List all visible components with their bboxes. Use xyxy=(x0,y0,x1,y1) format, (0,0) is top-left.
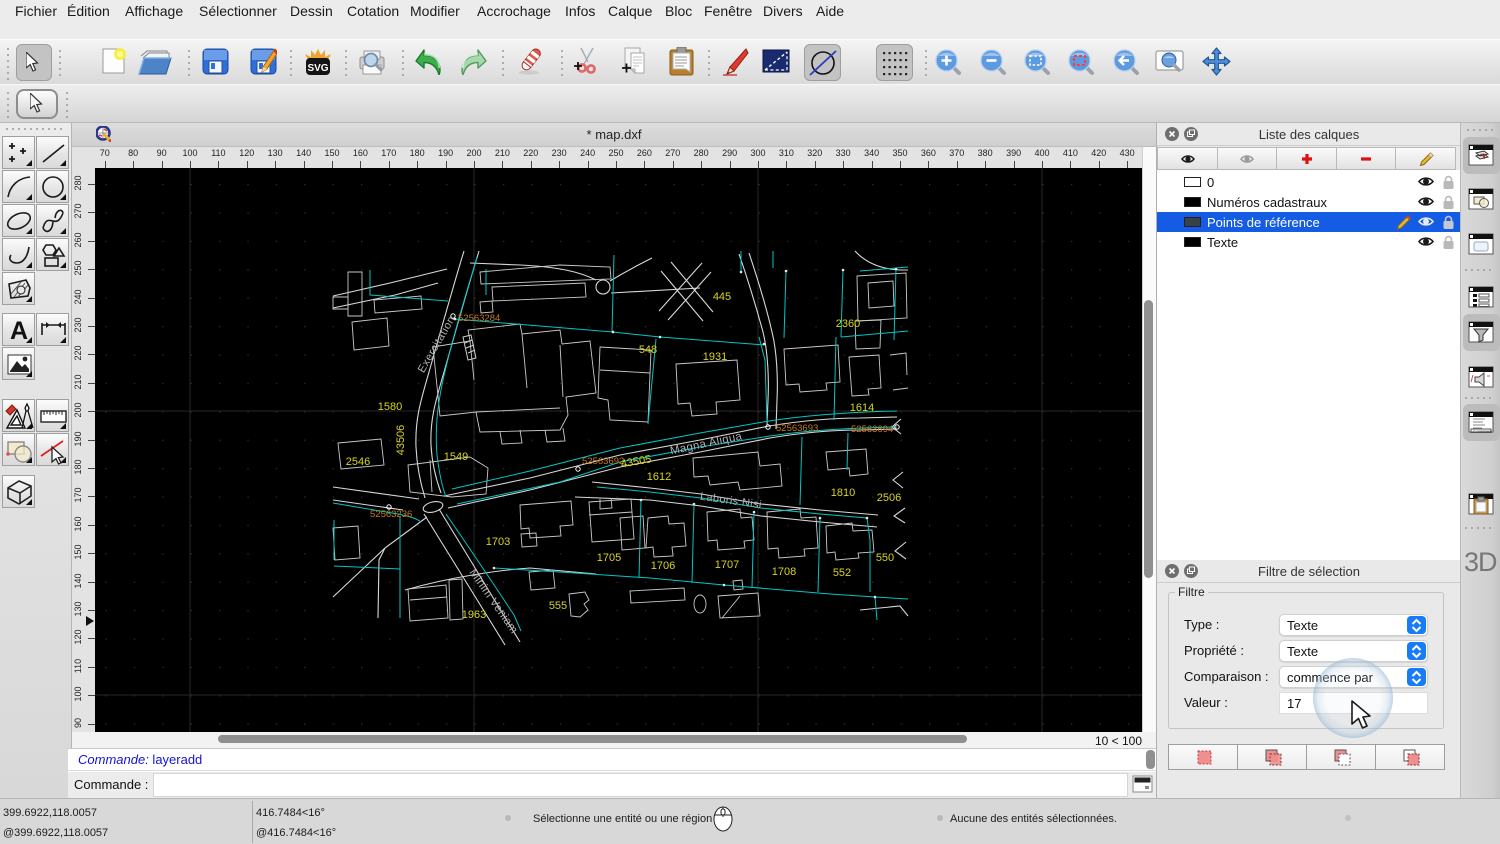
svg-text:552: 552 xyxy=(833,567,851,579)
svg-text:548: 548 xyxy=(639,344,657,356)
svg-text:52563284: 52563284 xyxy=(458,313,500,324)
svg-text:1706: 1706 xyxy=(651,560,675,572)
svg-text:52563694: 52563694 xyxy=(851,424,893,435)
svg-text:43506: 43506 xyxy=(395,425,407,456)
svg-text:1708: 1708 xyxy=(772,566,796,578)
svg-text:1931: 1931 xyxy=(703,351,727,363)
svg-text:445: 445 xyxy=(713,291,731,303)
svg-text:1614: 1614 xyxy=(850,402,874,414)
svg-text:52563692: 52563692 xyxy=(582,456,624,467)
svg-text:555: 555 xyxy=(549,600,567,612)
svg-text:52563693: 52563693 xyxy=(776,423,818,434)
svg-text:1707: 1707 xyxy=(715,559,739,571)
svg-text:2546: 2546 xyxy=(346,456,370,468)
svg-text:2360: 2360 xyxy=(836,318,860,330)
svg-text:1549: 1549 xyxy=(444,451,468,463)
svg-text:1703: 1703 xyxy=(486,536,510,548)
svg-text:C command: C command xyxy=(1473,429,1492,433)
svg-text:52563236: 52563236 xyxy=(370,509,412,520)
svg-text:1580: 1580 xyxy=(378,401,402,413)
svg-text:1963: 1963 xyxy=(462,609,486,621)
svg-text:550: 550 xyxy=(876,552,894,564)
svg-text:1705: 1705 xyxy=(597,552,621,564)
svg-text:1810: 1810 xyxy=(831,487,855,499)
svg-text:2506: 2506 xyxy=(877,492,901,504)
svg-text:SVG: SVG xyxy=(307,63,328,74)
svg-text:1612: 1612 xyxy=(647,471,671,483)
